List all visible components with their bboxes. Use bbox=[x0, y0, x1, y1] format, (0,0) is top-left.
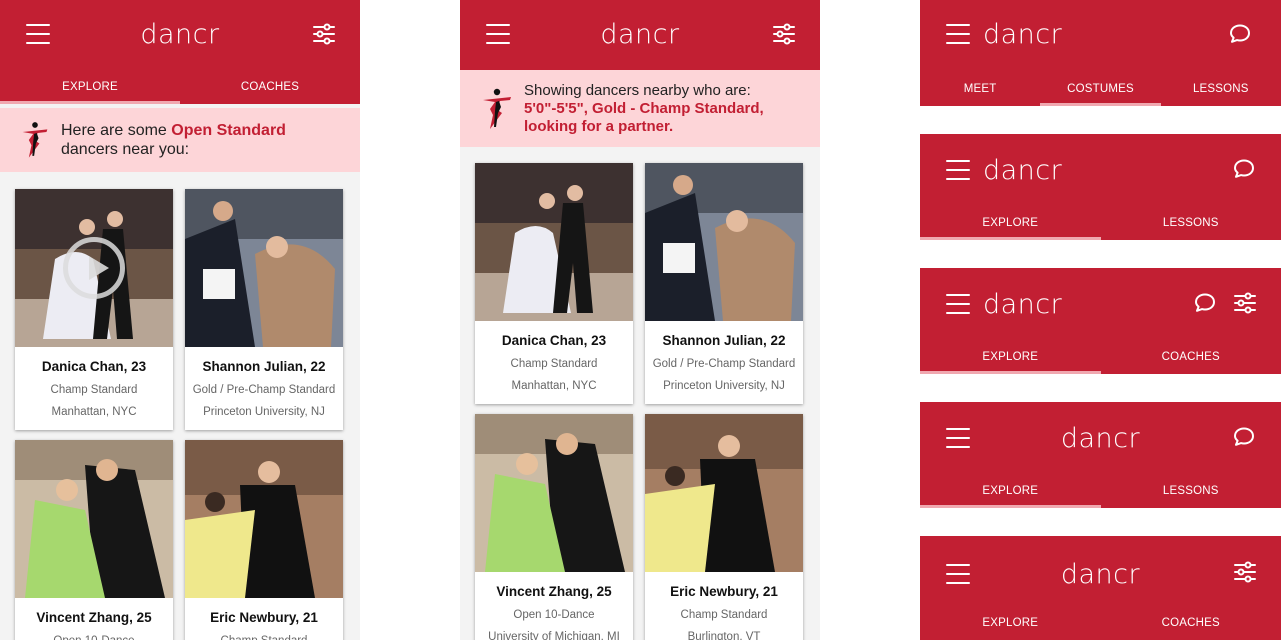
dancer-card[interactable]: Danica Chan, 23 Champ Standard Manhattan… bbox=[15, 189, 173, 430]
banner-text: Here are some Open Standard dancers near… bbox=[61, 121, 286, 159]
dancer-location: Princeton University, NJ bbox=[203, 406, 325, 418]
dancer-level: Open 10-Dance bbox=[513, 609, 595, 621]
tab-bar: EXPLORE LESSONS bbox=[920, 474, 1281, 508]
dancer-card[interactable]: Eric Newbury, 21 Champ Standard Burlingt… bbox=[645, 414, 803, 640]
dancer-name: Shannon Julian, 22 bbox=[202, 359, 326, 374]
tab-coaches[interactable]: COACHES bbox=[180, 70, 360, 104]
filter-sliders-icon[interactable] bbox=[772, 22, 796, 46]
header-variant-4: dancr EXPLORE LESSONS bbox=[920, 402, 1281, 508]
app-title: dancr bbox=[1060, 559, 1141, 590]
tab-coaches[interactable]: COACHES bbox=[1101, 606, 1281, 640]
app-title: dancr bbox=[140, 19, 220, 50]
dancer-name: Eric Newbury, 21 bbox=[210, 610, 318, 625]
filter-summary-banner: Showing dancers nearby who are: 5'0"-5'5… bbox=[460, 70, 820, 147]
tab-coaches[interactable]: COACHES bbox=[1101, 340, 1281, 374]
tab-explore[interactable]: EXPLORE bbox=[920, 606, 1101, 640]
screen-explore: dancr EXPLORE COACHES Here are some Open… bbox=[0, 0, 360, 640]
dancer-level: Champ Standard bbox=[185, 625, 343, 640]
dancer-name: Vincent Zhang, 25 bbox=[36, 610, 152, 625]
dancer-level: Gold / Pre-Champ Standard bbox=[652, 358, 796, 370]
tab-bar: EXPLORE LESSONS bbox=[920, 206, 1281, 240]
banner-line-2: 5'0"-5'5", Gold - Champ Standard, bbox=[524, 99, 764, 117]
dancer-photo bbox=[475, 414, 633, 572]
app-title: dancr bbox=[600, 19, 680, 50]
dancer-photo bbox=[15, 440, 173, 598]
tab-explore[interactable]: EXPLORE bbox=[920, 474, 1101, 508]
filter-sliders-icon[interactable] bbox=[1233, 560, 1257, 584]
dancer-photo bbox=[185, 189, 343, 347]
banner-text: Showing dancers nearby who are: 5'0"-5'5… bbox=[524, 82, 764, 136]
dancer-location: University of Michigan, MI bbox=[488, 631, 620, 640]
dancer-photo bbox=[645, 414, 803, 572]
banner-line-1: Showing dancers nearby who are: bbox=[524, 81, 751, 99]
tab-bar: EXPLORE COACHES bbox=[920, 340, 1281, 374]
screen-filtered-results: dancr Showing dancers nearby who are: 5'… bbox=[460, 0, 820, 640]
tab-bar: MEET COSTUMES LESSONS bbox=[920, 72, 1281, 106]
dancer-location: Burlington, VT bbox=[687, 631, 761, 640]
chat-bubble-icon[interactable] bbox=[1232, 157, 1256, 181]
chat-bubble-icon[interactable] bbox=[1232, 425, 1256, 449]
dancer-level: Champ Standard bbox=[680, 609, 768, 621]
header-variant-2: dancr EXPLORE LESSONS bbox=[920, 134, 1281, 240]
banner-prefix: Here are some bbox=[61, 122, 172, 139]
dancer-card[interactable]: Shannon Julian, 22 Gold / Pre-Champ Stan… bbox=[185, 189, 343, 430]
dancer-photo bbox=[645, 163, 803, 321]
app-bar: dancr EXPLORE COACHES bbox=[0, 0, 360, 104]
tab-meet[interactable]: MEET bbox=[920, 72, 1040, 106]
dancer-card[interactable]: Shannon Julian, 22 Gold / Pre-Champ Stan… bbox=[645, 163, 803, 404]
tab-explore[interactable]: EXPLORE bbox=[0, 70, 180, 104]
dancer-grid: Danica Chan, 23 Champ Standard Manhattan… bbox=[460, 147, 820, 640]
dancer-level: Champ Standard bbox=[510, 358, 598, 370]
header-variant-3: dancr EXPLORE COACHES bbox=[920, 268, 1281, 374]
chat-bubble-icon[interactable] bbox=[1228, 22, 1252, 46]
dancer-grid: Danica Chan, 23 Champ Standard Manhattan… bbox=[0, 172, 360, 640]
app-title: dancr bbox=[983, 155, 1063, 186]
tab-bar: EXPLORE COACHES bbox=[0, 70, 360, 104]
header-variant-5: dancr EXPLORE COACHES bbox=[920, 536, 1281, 640]
dancer-location: Manhattan, NYC bbox=[51, 406, 137, 418]
dancer-name: Vincent Zhang, 25 bbox=[496, 584, 612, 599]
chat-bubble-icon[interactable] bbox=[1193, 291, 1217, 315]
dancer-photo bbox=[15, 189, 173, 347]
banner-highlight: Open Standard bbox=[171, 122, 286, 139]
hamburger-menu-icon[interactable] bbox=[946, 294, 970, 314]
app-bar: dancr bbox=[460, 0, 820, 70]
app-title: dancr bbox=[983, 19, 1063, 50]
tab-costumes[interactable]: COSTUMES bbox=[1040, 72, 1161, 106]
dancer-card[interactable]: Vincent Zhang, 25 Open 10-Dance Universi… bbox=[475, 414, 633, 640]
tab-explore[interactable]: EXPLORE bbox=[920, 206, 1101, 240]
app-title: dancr bbox=[1060, 423, 1141, 454]
dancer-name: Shannon Julian, 22 bbox=[662, 333, 786, 348]
tab-lessons[interactable]: LESSONS bbox=[1101, 474, 1281, 508]
header-variant-1: dancr MEET COSTUMES LESSONS bbox=[920, 0, 1281, 106]
dancer-level: Open 10-Dance bbox=[15, 625, 173, 640]
dancer-logo-icon bbox=[20, 119, 50, 161]
dancer-card[interactable]: Eric Newbury, 21 Champ Standard bbox=[185, 440, 343, 640]
tab-lessons[interactable]: LESSONS bbox=[1101, 206, 1281, 240]
dancer-name: Danica Chan, 23 bbox=[41, 359, 147, 374]
app-title: dancr bbox=[983, 289, 1063, 320]
banner-line-3: looking for a partner. bbox=[524, 117, 674, 135]
dancer-photo bbox=[475, 163, 633, 321]
tab-bar: EXPLORE COACHES bbox=[920, 606, 1281, 640]
nearby-banner: Here are some Open Standard dancers near… bbox=[0, 108, 360, 172]
tab-explore[interactable]: EXPLORE bbox=[920, 340, 1101, 374]
dancer-card[interactable]: Danica Chan, 23 Champ Standard Manhattan… bbox=[475, 163, 633, 404]
dancer-level: Champ Standard bbox=[50, 384, 138, 396]
dancer-location: Manhattan, NYC bbox=[511, 380, 597, 392]
dancer-location: Princeton University, NJ bbox=[663, 380, 785, 392]
dancer-level: Gold / Pre-Champ Standard bbox=[192, 384, 336, 396]
filter-sliders-icon[interactable] bbox=[1233, 291, 1257, 315]
tab-lessons[interactable]: LESSONS bbox=[1161, 72, 1281, 106]
banner-suffix: dancers near you: bbox=[61, 141, 190, 158]
hamburger-menu-icon[interactable] bbox=[946, 24, 970, 44]
dancer-logo-icon bbox=[480, 86, 514, 132]
dancer-card[interactable]: Vincent Zhang, 25 Open 10-Dance bbox=[15, 440, 173, 640]
dancer-name: Danica Chan, 23 bbox=[501, 333, 607, 348]
hamburger-menu-icon[interactable] bbox=[946, 160, 970, 180]
filter-sliders-icon[interactable] bbox=[312, 22, 336, 46]
play-icon[interactable] bbox=[63, 237, 125, 299]
dancer-photo bbox=[185, 440, 343, 598]
dancer-name: Eric Newbury, 21 bbox=[670, 584, 778, 599]
